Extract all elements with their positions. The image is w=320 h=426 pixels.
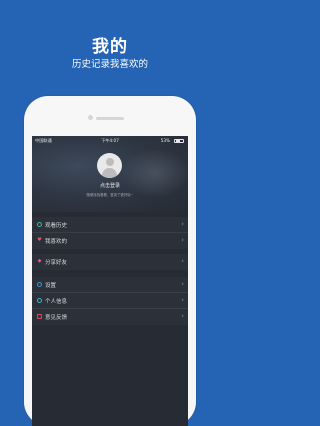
login-button[interactable]: 点击登录 (32, 182, 188, 189)
menu-item-label: 我喜欢的 (45, 239, 68, 245)
chevron-right-icon: › (181, 220, 184, 228)
feedback-icon (37, 314, 42, 319)
menu-group-share: ◆ 分享好友 › (32, 254, 188, 270)
promo-title: 我的 (92, 37, 128, 57)
share-icon: ◆ (37, 258, 42, 264)
heart-icon: ♥ (37, 237, 42, 243)
avatar[interactable] (97, 153, 122, 178)
avatar-head-shape (105, 158, 114, 166)
chevron-right-icon: › (181, 312, 184, 320)
camera-icon (88, 115, 93, 120)
history-icon (37, 222, 42, 227)
menu-item-label: 分享好友 (45, 260, 68, 266)
settings-icon (37, 282, 42, 287)
menu-item-label: 意见反馈 (45, 315, 68, 321)
avatar-body-shape (102, 168, 117, 178)
chevron-right-icon: › (181, 280, 184, 288)
menu-group-history: 观看历史 › ♥ 我喜欢的 › (32, 217, 188, 249)
user-icon (37, 298, 42, 303)
menu-item-favorites[interactable]: ♥ 我喜欢的 › (32, 233, 188, 249)
promo-subtitle: 历史记录我喜欢的 (71, 59, 148, 70)
menu-item-label: 观看历史 (45, 223, 68, 229)
status-bar: 中国联通 下午4:07 53% (32, 136, 188, 145)
battery-percent: 53% (160, 138, 170, 143)
menu-item-feedback[interactable]: 意见反馈 › (32, 309, 188, 325)
phone-screen: 中国联通 下午4:07 53% 点击登录 随便找找看看，登录了更好玩~ 观看历史… (32, 136, 188, 426)
login-hint: 随便找找看看，登录了更好玩~ (86, 193, 134, 197)
chevron-right-icon: › (181, 296, 184, 304)
chevron-right-icon: › (181, 257, 184, 265)
chevron-right-icon: › (181, 236, 184, 244)
menu-item-profile-info[interactable]: 个人信息 › (32, 293, 188, 309)
menu-item-label: 个人信息 (45, 299, 68, 305)
phone-frame: 中国联通 下午4:07 53% 点击登录 随便找找看看，登录了更好玩~ 观看历史… (24, 96, 196, 426)
menu-item-history[interactable]: 观看历史 › (32, 217, 188, 233)
menu-item-settings[interactable]: 设置 › (32, 277, 188, 293)
menu-item-label: 设置 (45, 283, 57, 289)
speaker-grille (96, 117, 124, 120)
menu-item-share[interactable]: ◆ 分享好友 › (32, 254, 188, 270)
menu-group-settings: 设置 › 个人信息 › 意见反馈 › (32, 277, 188, 325)
battery-icon (174, 138, 184, 143)
